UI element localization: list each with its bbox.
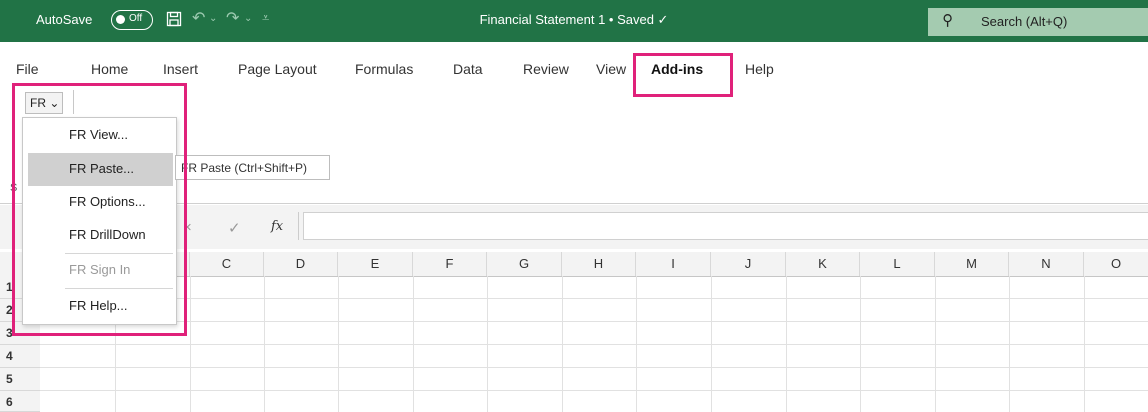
gridline [487, 276, 488, 412]
column-header-k[interactable]: K [786, 252, 860, 276]
highlight-fr-menu [12, 83, 187, 336]
formula-separator [298, 212, 299, 240]
column-header-j[interactable]: J [711, 252, 786, 276]
highlight-add-ins-tab [633, 53, 733, 97]
column-header-h[interactable]: H [562, 252, 636, 276]
row-header-6[interactable]: 6 [0, 391, 40, 412]
search-placeholder: Search (Alt+Q) [981, 14, 1068, 29]
column-header-g[interactable]: G [487, 252, 562, 276]
fr-paste-tooltip: FR Paste (Ctrl+Shift+P) [175, 155, 330, 180]
gridline [40, 321, 1148, 322]
column-header-c[interactable]: C [190, 252, 264, 276]
gridline [40, 367, 1148, 368]
ribbon-tabs: File Home Insert Page Layout Formulas Da… [0, 42, 1148, 80]
column-header-l[interactable]: L [860, 252, 935, 276]
tab-home[interactable]: Home [91, 61, 128, 77]
row-header-5[interactable]: 5 [0, 368, 40, 391]
tab-page-layout[interactable]: Page Layout [238, 61, 317, 77]
formula-input[interactable] [303, 212, 1148, 240]
tab-insert[interactable]: Insert [163, 61, 198, 77]
gridline [860, 276, 861, 412]
gridline [935, 276, 936, 412]
gridline [562, 276, 563, 412]
gridline [338, 276, 339, 412]
tab-view[interactable]: View [596, 61, 626, 77]
gridline [40, 390, 1148, 391]
gridline [40, 298, 1148, 299]
gridline [636, 276, 637, 412]
tab-formulas[interactable]: Formulas [355, 61, 413, 77]
tab-data[interactable]: Data [453, 61, 483, 77]
search-box[interactable]: ⚲ Search (Alt+Q) [928, 8, 1148, 36]
gridline [190, 276, 191, 412]
tab-review[interactable]: Review [523, 61, 569, 77]
column-header-i[interactable]: I [636, 252, 711, 276]
gridline [264, 276, 265, 412]
title-bar: AutoSave Off ↶ ⌄ ↷ ⌄ ⩡ Financial Stateme… [0, 0, 1148, 42]
row-header-4[interactable]: 4 [0, 345, 40, 368]
column-header-e[interactable]: E [338, 252, 413, 276]
gridline [40, 344, 1148, 345]
column-header-o[interactable]: O [1084, 252, 1148, 276]
insert-function-icon[interactable]: fx [271, 219, 283, 234]
gridline [413, 276, 414, 412]
gridline [711, 276, 712, 412]
gridline [786, 276, 787, 412]
gridline [1084, 276, 1085, 412]
enter-icon[interactable]: ✓ [228, 219, 241, 237]
column-header-d[interactable]: D [264, 252, 338, 276]
column-header-f[interactable]: F [413, 252, 487, 276]
search-icon: ⚲ [942, 12, 953, 29]
column-header-n[interactable]: N [1009, 252, 1084, 276]
gridline [1009, 276, 1010, 412]
tab-file[interactable]: File [16, 61, 39, 77]
tab-help[interactable]: Help [745, 61, 774, 77]
column-header-m[interactable]: M [935, 252, 1009, 276]
